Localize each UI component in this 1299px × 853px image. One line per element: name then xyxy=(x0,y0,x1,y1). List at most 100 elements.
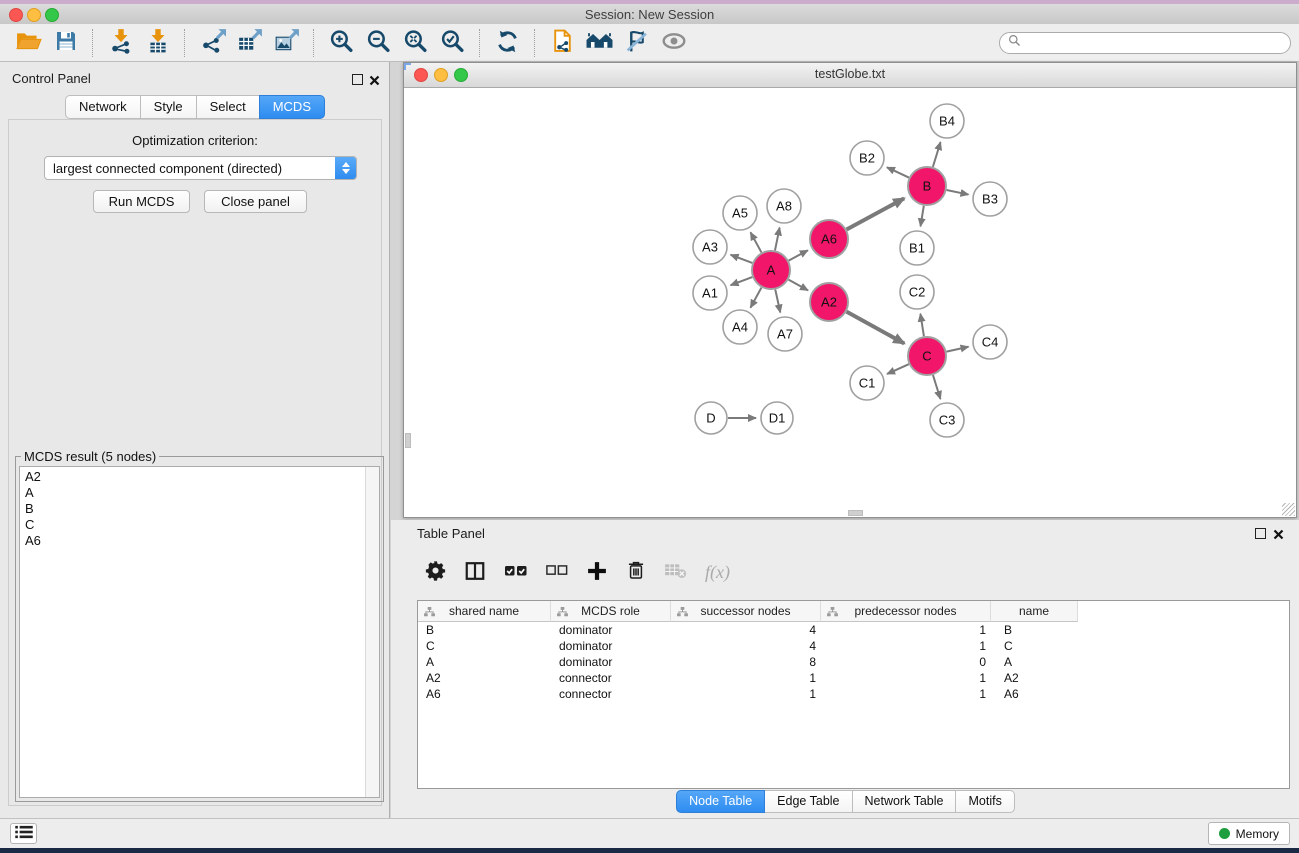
result-item-a6[interactable]: A6 xyxy=(20,533,379,549)
home-button[interactable] xyxy=(581,27,618,59)
edge-A6-B[interactable] xyxy=(847,198,905,229)
export-table-button[interactable] xyxy=(231,27,268,59)
tab-edge-table[interactable]: Edge Table xyxy=(764,790,852,813)
tab-network-table[interactable]: Network Table xyxy=(852,790,957,813)
optimization-criterion-select[interactable]: largest connected component (directed) xyxy=(44,156,357,180)
edge-A-A4[interactable] xyxy=(751,288,762,308)
column-header-mcds-role[interactable]: MCDS role xyxy=(551,601,671,622)
node-D[interactable]: D xyxy=(695,402,727,434)
result-item-b[interactable]: B xyxy=(20,501,379,517)
network-vscroll-thumb[interactable] xyxy=(405,433,411,448)
edge-B-B2[interactable] xyxy=(887,167,909,177)
edge-B-B1[interactable] xyxy=(921,206,924,227)
tab-network[interactable]: Network xyxy=(65,95,141,119)
table-row-a[interactable]: Adominator80A xyxy=(418,654,1289,670)
node-A2[interactable]: A2 xyxy=(810,283,848,321)
show-graphics-details-button[interactable] xyxy=(655,27,692,59)
edge-A-A2[interactable] xyxy=(789,280,808,291)
edge-C-C3[interactable] xyxy=(933,375,940,399)
delete-columns-button[interactable] xyxy=(626,558,646,586)
table-row-a2[interactable]: A2connector11A2 xyxy=(418,670,1289,686)
run-mcds-button[interactable]: Run MCDS xyxy=(93,190,190,213)
search-field[interactable] xyxy=(999,32,1291,54)
edge-A-A6[interactable] xyxy=(789,250,808,260)
refresh-button[interactable] xyxy=(489,27,526,59)
edge-A-A8[interactable] xyxy=(775,228,780,251)
task-history-button[interactable] xyxy=(10,823,37,844)
edge-A-A3[interactable] xyxy=(731,255,753,263)
table-settings-gear-button[interactable] xyxy=(425,558,446,586)
tab-node-table[interactable]: Node Table xyxy=(676,790,765,813)
node-A6[interactable]: A6 xyxy=(810,220,848,258)
tab-motifs[interactable]: Motifs xyxy=(955,790,1014,813)
edge-A-A5[interactable] xyxy=(751,232,762,252)
edge-B-B3[interactable] xyxy=(947,190,969,195)
edge-C-C4[interactable] xyxy=(947,347,969,352)
node-B2[interactable]: B2 xyxy=(850,141,884,175)
column-header-predecessor-nodes[interactable]: predecessor nodes xyxy=(821,601,991,622)
create-column-button[interactable] xyxy=(586,558,608,586)
table-close-panel-icon[interactable] xyxy=(1273,527,1284,538)
node-B1[interactable]: B1 xyxy=(900,231,934,265)
memory-button[interactable]: Memory xyxy=(1208,822,1290,845)
export-image-button[interactable] xyxy=(268,27,305,59)
node-B3[interactable]: B3 xyxy=(973,182,1007,216)
tab-select[interactable]: Select xyxy=(196,95,260,119)
mcds-result-list[interactable]: A2ABCA6 xyxy=(19,466,380,798)
column-header-name[interactable]: name xyxy=(991,601,1078,622)
network-from-file-button[interactable] xyxy=(544,27,581,59)
column-header-shared-name[interactable]: shared name xyxy=(418,601,551,622)
close-panel-button[interactable]: Close panel xyxy=(204,190,307,213)
network-resize-grip[interactable] xyxy=(1282,503,1295,516)
edge-A-A7[interactable] xyxy=(775,290,780,313)
tab-mcds[interactable]: MCDS xyxy=(259,95,325,119)
node-A8[interactable]: A8 xyxy=(767,189,801,223)
node-A3[interactable]: A3 xyxy=(693,230,727,264)
node-A[interactable]: A xyxy=(752,251,790,289)
node-A4[interactable]: A4 xyxy=(723,310,757,344)
node-B4[interactable]: B4 xyxy=(930,104,964,138)
result-item-a2[interactable]: A2 xyxy=(20,467,379,485)
result-item-a[interactable]: A xyxy=(20,485,379,501)
network-canvas[interactable]: A5A8A3A1A4A7B2B4B3B1C2C4C1C3DD1AA6A2BC xyxy=(405,88,1295,516)
node-A7[interactable]: A7 xyxy=(768,317,802,351)
float-panel-icon[interactable] xyxy=(352,74,363,85)
export-network-button[interactable] xyxy=(194,27,231,59)
table-row-c[interactable]: Cdominator41C xyxy=(418,638,1289,654)
node-D1[interactable]: D1 xyxy=(761,402,793,434)
node-C2[interactable]: C2 xyxy=(900,275,934,309)
edge-A2-C[interactable] xyxy=(847,312,905,344)
show-columns-button[interactable] xyxy=(464,558,486,586)
unselect-all-rows-button[interactable] xyxy=(546,558,568,586)
result-item-c[interactable]: C xyxy=(20,517,379,533)
edge-C-C2[interactable] xyxy=(920,314,924,337)
import-network-button[interactable] xyxy=(102,27,139,59)
save-session-button[interactable] xyxy=(47,27,84,59)
node-A1[interactable]: A1 xyxy=(693,276,727,310)
select-all-rows-button[interactable] xyxy=(504,558,528,586)
node-B[interactable]: B xyxy=(908,167,946,205)
table-row-a6[interactable]: A6connector11A6 xyxy=(418,686,1289,702)
node-table[interactable]: shared nameMCDS rolesuccessor nodesprede… xyxy=(417,600,1290,789)
zoom-selected-button[interactable] xyxy=(434,27,471,59)
zoom-in-button[interactable] xyxy=(323,27,360,59)
search-input[interactable] xyxy=(1025,35,1290,51)
network-window-titlebar[interactable]: testGlobe.txt xyxy=(404,63,1296,88)
table-row-b[interactable]: Bdominator41B xyxy=(418,622,1289,638)
zoom-fit-button[interactable] xyxy=(397,27,434,59)
edge-C-C1[interactable] xyxy=(887,364,909,374)
hide-graphics-details-button[interactable] xyxy=(618,27,655,59)
table-float-panel-icon[interactable] xyxy=(1255,528,1266,539)
edge-B-B4[interactable] xyxy=(933,142,941,167)
tab-style[interactable]: Style xyxy=(140,95,197,119)
node-A5[interactable]: A5 xyxy=(723,196,757,230)
node-C1[interactable]: C1 xyxy=(850,366,884,400)
edge-A-A1[interactable] xyxy=(731,277,753,285)
result-list-scrollbar[interactable] xyxy=(365,467,379,797)
close-panel-icon[interactable] xyxy=(369,73,380,84)
node-C[interactable]: C xyxy=(908,337,946,375)
node-C4[interactable]: C4 xyxy=(973,325,1007,359)
open-folder-button[interactable] xyxy=(10,27,47,59)
network-hscroll-thumb[interactable] xyxy=(848,510,863,516)
column-header-successor-nodes[interactable]: successor nodes xyxy=(671,601,821,622)
